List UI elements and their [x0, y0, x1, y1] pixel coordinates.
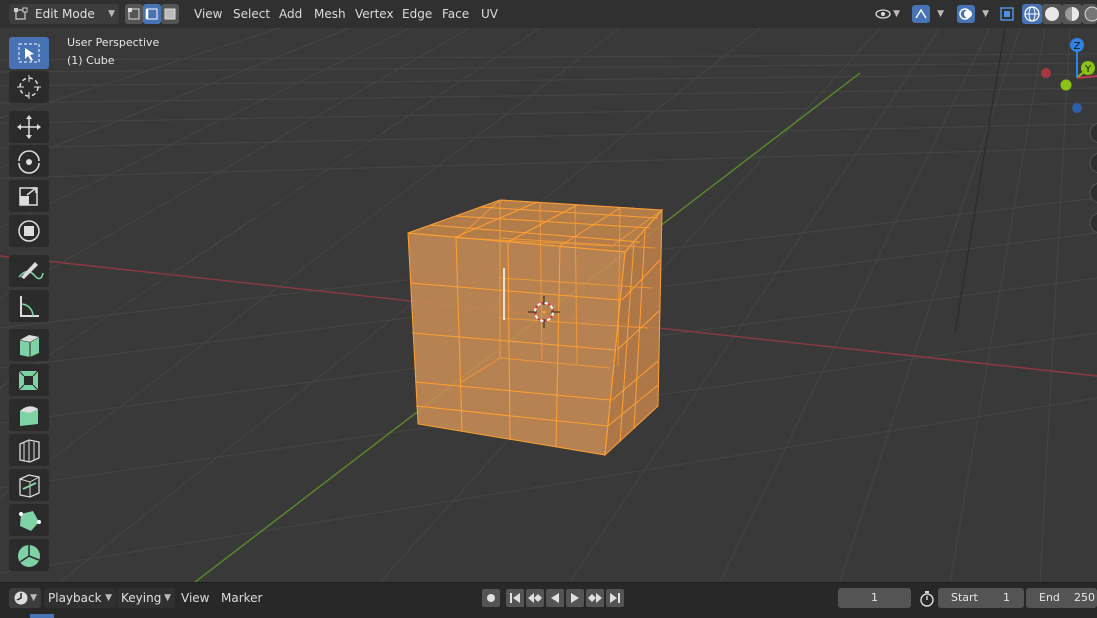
keying-label: Keying [121, 591, 162, 605]
jump-to-start-button[interactable] [506, 589, 524, 607]
move-tool[interactable] [9, 111, 49, 143]
zoom-nav-icon[interactable] [1089, 122, 1097, 144]
jump-to-end-button[interactable] [606, 589, 624, 607]
3d-viewport[interactable]: Z Y User Perspective (1) Cube [0, 28, 1097, 582]
select-box-tool[interactable] [9, 37, 49, 69]
gizmo-dropdown[interactable]: ▼ [908, 4, 948, 24]
timeline-menu-marker[interactable]: Marker [216, 589, 267, 607]
gizmo-neg-x-icon[interactable] [1041, 68, 1051, 78]
xray-toggle-button[interactable] [998, 4, 1016, 24]
menu-mesh[interactable]: Mesh [309, 5, 351, 23]
timeline-playhead[interactable] [30, 614, 54, 618]
start-label: Start [951, 591, 978, 604]
active-object-label: (1) Cube [67, 54, 115, 67]
visibility-dropdown[interactable]: ▼ [870, 4, 904, 24]
menu-add[interactable]: Add [274, 5, 307, 23]
menu-view[interactable]: View [189, 5, 227, 23]
gizmo-z-label: Z [1074, 41, 1081, 52]
menu-uv[interactable]: UV [476, 5, 503, 23]
menu-vertex[interactable]: Vertex [350, 5, 399, 23]
cursor-tool[interactable] [9, 71, 49, 103]
rotate-tool[interactable] [9, 145, 49, 177]
editor-type-dropdown[interactable]: ▼ [9, 588, 41, 608]
edge-select-button[interactable] [143, 4, 161, 24]
timeline-header: ▼ Playback ▼ Keying ▼ View Marker 1 Star… [0, 582, 1097, 618]
chevron-down-icon: ▼ [982, 9, 989, 19]
overlays-dropdown[interactable]: ▼ [953, 4, 993, 24]
shading-solid-button[interactable] [1042, 4, 1062, 24]
spin-tool[interactable] [9, 539, 49, 571]
extrude-region-tool[interactable] [9, 364, 49, 396]
selected-cube-mesh[interactable] [407, 199, 664, 457]
current-frame-field[interactable]: 1 [838, 588, 911, 608]
gizmo-neg-y-icon[interactable] [1060, 79, 1072, 91]
shading-wireframe-button[interactable] [1022, 4, 1042, 24]
gizmo-neg-z-icon[interactable] [1072, 103, 1082, 113]
add-cube-tool[interactable] [9, 329, 49, 361]
view-perspective-label: User Perspective [67, 36, 160, 49]
start-value: 1 [1003, 591, 1010, 604]
poly-build-tool[interactable] [9, 504, 49, 536]
viewport-scene: Z Y [0, 28, 1097, 582]
end-value: 250 [1074, 591, 1095, 604]
edit-mode-icon [14, 7, 28, 20]
end-frame-field[interactable]: End 250 [1026, 588, 1097, 608]
shading-material-button[interactable] [1062, 4, 1082, 24]
chevron-down-icon: ▼ [893, 9, 900, 19]
chevron-down-icon: ▼ [937, 9, 944, 19]
gizmo-y-label: Y [1084, 64, 1092, 75]
loop-cut-tool[interactable] [9, 469, 49, 501]
mode-dropdown[interactable]: Edit Mode ▼ [9, 4, 119, 24]
measure-tool[interactable] [9, 290, 49, 322]
play-button[interactable] [566, 589, 584, 607]
record-button[interactable] [482, 589, 500, 607]
gizmo-toggle-icon [912, 5, 930, 23]
camera-view-icon[interactable] [1089, 182, 1097, 204]
eye-icon [875, 9, 891, 19]
bevel-tool[interactable] [9, 434, 49, 466]
chevron-down-icon: ▼ [164, 593, 171, 603]
ortho-toggle-icon[interactable] [1089, 212, 1097, 234]
inset-faces-tool[interactable] [9, 399, 49, 431]
chevron-down-icon: ▼ [108, 9, 115, 19]
menu-select[interactable]: Select [228, 5, 275, 23]
chevron-down-icon: ▼ [105, 593, 112, 603]
jump-to-keyframe-prev-button[interactable] [526, 589, 544, 607]
shading-rendered-button[interactable] [1082, 4, 1097, 24]
end-label: End [1039, 591, 1060, 604]
annotate-tool[interactable] [9, 255, 49, 287]
pan-nav-icon[interactable] [1089, 152, 1097, 174]
play-reverse-button[interactable] [546, 589, 564, 607]
vertex-select-button[interactable] [125, 4, 143, 24]
keying-dropdown[interactable]: Keying ▼ [117, 588, 175, 608]
menu-edge[interactable]: Edge [397, 5, 437, 23]
scale-tool[interactable] [9, 180, 49, 212]
playback-dropdown[interactable]: Playback ▼ [44, 588, 116, 608]
mode-label: Edit Mode [35, 7, 95, 21]
menu-face[interactable]: Face [437, 5, 474, 23]
transform-tool[interactable] [9, 215, 49, 247]
playback-label: Playback [48, 591, 102, 605]
start-frame-field[interactable]: Start 1 [938, 588, 1024, 608]
face-select-button[interactable] [161, 4, 179, 24]
overlays-icon [957, 5, 975, 23]
viewport-header: Edit Mode ▼ View Select Add Mesh Vertex … [0, 0, 1097, 28]
stopwatch-icon[interactable] [918, 590, 936, 608]
chevron-down-icon: ▼ [30, 593, 37, 603]
timeline-menu-view[interactable]: View [176, 589, 214, 607]
jump-to-keyframe-next-button[interactable] [586, 589, 604, 607]
clock-icon [14, 591, 28, 605]
